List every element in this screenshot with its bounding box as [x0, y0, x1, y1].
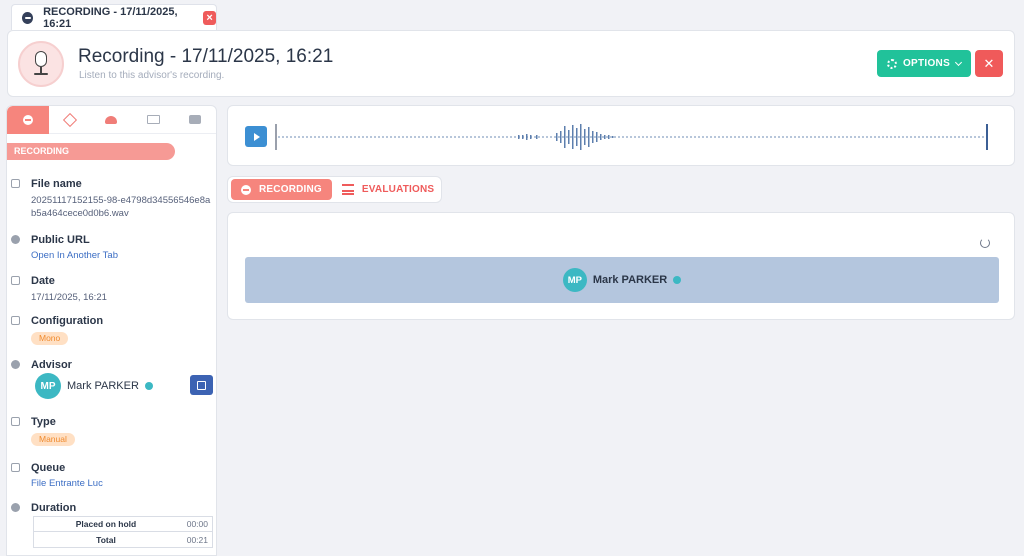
- tab-recording-content[interactable]: RECORDING: [231, 179, 332, 200]
- user-icon: [11, 360, 20, 369]
- microphone-avatar: [18, 41, 64, 87]
- id-card-icon: [146, 115, 160, 124]
- verified-icon: [144, 382, 153, 390]
- playhead-end: [986, 124, 988, 150]
- field-label: Advisor: [31, 359, 72, 371]
- sidebar-tab-recording[interactable]: [7, 106, 49, 134]
- external-link-icon: [197, 380, 206, 390]
- duration-row-label: Placed on hold: [75, 519, 137, 529]
- field-label: Date: [31, 275, 55, 287]
- file-name-value: 20251117152155-98-e4798d34556546e8ab5a46…: [31, 195, 211, 219]
- page-title: Recording - 17/11/2025, 16:21: [78, 46, 334, 67]
- recording-icon: [22, 114, 33, 125]
- field-label: Duration: [31, 502, 77, 514]
- configuration-badge: Mono: [31, 332, 69, 345]
- advisor-name: Mark PARKER: [67, 380, 139, 392]
- table-row: Placed on hold 00:00: [34, 517, 212, 532]
- sidebar-tab-evaluations[interactable]: [49, 106, 91, 134]
- tab-label: EVALUATIONS: [361, 184, 435, 195]
- save-icon: [11, 417, 20, 426]
- sidebar-tab-users[interactable]: [91, 106, 133, 134]
- field-label: Queue: [31, 462, 66, 474]
- details-sidebar: RECORDING File name 20251117152155-98-e4…: [6, 105, 217, 556]
- list-icon: [341, 184, 354, 195]
- open-advisor-button[interactable]: [190, 375, 213, 395]
- field-label: Public URL: [31, 234, 90, 246]
- duration-row-label: Total: [96, 534, 116, 545]
- clock-icon: [11, 503, 20, 512]
- file-icon: [11, 179, 20, 188]
- config-icon: [11, 316, 20, 325]
- calendar-icon: [11, 276, 20, 285]
- table-row: Total 00:21: [34, 532, 212, 547]
- tab-bar: RECORDING - 17/11/2025, 16:21 ×: [0, 0, 1024, 30]
- queue-icon: [11, 463, 20, 472]
- play-icon: [254, 132, 260, 141]
- tab-recording[interactable]: RECORDING - 17/11/2025, 16:21 ×: [11, 4, 217, 30]
- sidebar-tab-contact[interactable]: [132, 106, 174, 134]
- gear-icon: [886, 58, 897, 69]
- recording-panel: MP Mark PARKER: [227, 212, 1015, 320]
- avatar: MP: [35, 373, 61, 399]
- close-button[interactable]: ✕: [975, 50, 1003, 77]
- play-button[interactable]: [245, 126, 267, 147]
- date-value: 17/11/2025, 16:21: [31, 292, 107, 303]
- verified-icon: [673, 276, 682, 284]
- speaker-band[interactable]: MP Mark PARKER: [245, 257, 999, 303]
- duration-table: Placed on hold 00:00 Total 00:21: [33, 516, 213, 548]
- recording-icon: [22, 11, 34, 24]
- link-icon: [11, 235, 20, 244]
- waveform[interactable]: [274, 121, 994, 153]
- queue-link[interactable]: File Entrante Luc: [31, 478, 103, 489]
- close-tab-icon[interactable]: ×: [203, 10, 216, 25]
- speaker-name: Mark PARKER: [592, 274, 668, 286]
- refresh-icon[interactable]: [980, 238, 990, 248]
- avatar: MP: [562, 268, 587, 292]
- sidebar-tabs: [7, 106, 216, 134]
- field-label: Configuration: [31, 315, 104, 327]
- microphone-icon: [30, 51, 52, 77]
- tab-label: RECORDING: [259, 184, 322, 195]
- field-advisor: Advisor MP Mark PARKER: [11, 359, 216, 399]
- tab-evaluations[interactable]: EVALUATIONS: [332, 179, 444, 200]
- advisor-chip[interactable]: MP Mark PARKER: [35, 373, 153, 399]
- field-label: File name: [31, 178, 82, 190]
- users-icon: [105, 115, 118, 124]
- briefcase-icon: [189, 115, 202, 124]
- page-header: Recording - 17/11/2025, 16:21 Listen to …: [7, 30, 1015, 97]
- sidebar-tab-business[interactable]: [174, 106, 216, 134]
- type-badge: Manual: [31, 433, 75, 446]
- options-button[interactable]: OPTIONS: [877, 50, 971, 77]
- page-subtitle: Listen to this advisor's recording.: [79, 70, 225, 81]
- audio-player: [227, 105, 1015, 166]
- duration-row-value: 00:00: [186, 519, 208, 529]
- duration-row-value: 00:21: [186, 534, 208, 545]
- open-in-new-tab-link[interactable]: Open In Another Tab: [31, 250, 118, 261]
- content-tabs: RECORDING EVALUATIONS: [227, 176, 442, 203]
- field-duration: Duration Placed on hold 00:00 Total 00:2…: [11, 502, 216, 552]
- section-label: RECORDING: [7, 143, 175, 160]
- evaluation-icon: [62, 112, 77, 127]
- options-label: OPTIONS: [902, 58, 951, 69]
- tab-label: RECORDING - 17/11/2025, 16:21: [43, 5, 178, 30]
- recording-icon: [241, 184, 251, 195]
- field-label: Type: [31, 416, 56, 428]
- chevron-down-icon: [955, 58, 963, 66]
